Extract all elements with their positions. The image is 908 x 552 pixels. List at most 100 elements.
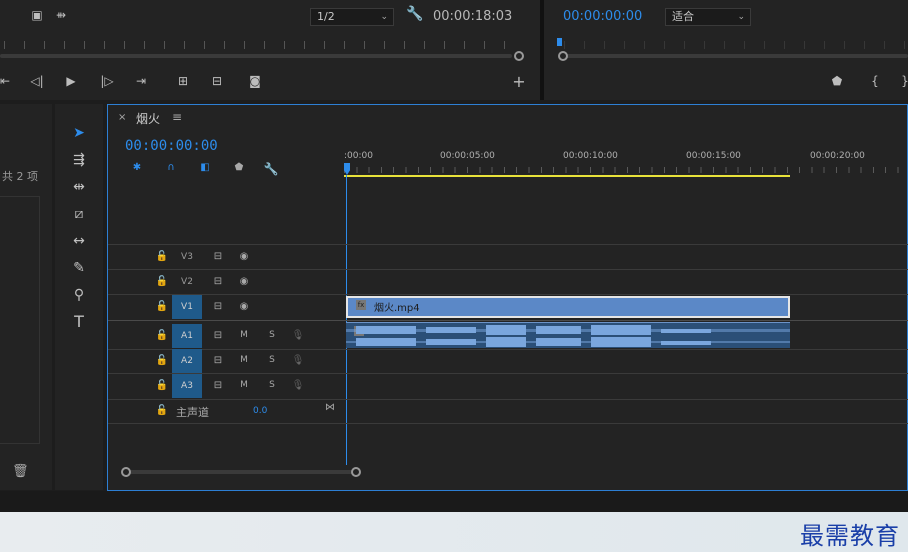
source-scrollbar[interactable] — [0, 54, 512, 58]
source-duration: 00:00:18:03 — [433, 9, 513, 24]
ripple-edit-tool-icon[interactable]: ⇹ — [67, 176, 91, 198]
overwrite-clip-icon[interactable]: ⊟ — [208, 74, 226, 88]
track-header-master[interactable]: 🔓 主声道 0.0 ⋈ — [108, 399, 344, 423]
eye-icon[interactable]: ◉ — [236, 301, 252, 312]
microphone-icon[interactable]: 🎙 — [290, 355, 306, 366]
source-monitor: ▣ ⇻ 1/2 ⌄ 🔧 00:00:18:03 ⇤ ◁| ▶ |▷ ⇥ ⊞ ⊟ … — [0, 0, 540, 100]
video-clip-name: 烟火.mp4 — [374, 303, 420, 314]
close-icon[interactable]: × — [118, 112, 126, 123]
solo-button[interactable]: S — [264, 330, 280, 340]
track-select-tool-icon[interactable]: ⇶ — [67, 149, 91, 171]
timeline-scroll-handle-right[interactable] — [351, 467, 361, 477]
source-ruler[interactable] — [4, 41, 516, 49]
sync-lock-icon[interactable]: ⊟ — [210, 380, 226, 391]
track-header-a1[interactable]: 🔓 A1 ⊟ M S 🎙 — [108, 324, 344, 348]
program-scroll-handle[interactable] — [558, 51, 568, 61]
master-volume-value[interactable]: 0.0 — [253, 406, 267, 416]
lock-icon[interactable]: 🔓 — [154, 276, 170, 287]
track-label-a2[interactable]: A2 — [172, 349, 202, 373]
audio-clip[interactable]: fx — [346, 322, 790, 348]
razor-tool-icon[interactable]: ⧄ — [67, 203, 91, 225]
trash-icon[interactable]: 🗑 — [12, 464, 29, 479]
snap-icon[interactable]: ∩ — [163, 162, 179, 173]
time-ruler[interactable]: :00:00 00:00:05:00 00:00:10:00 00:00:15:… — [344, 149, 908, 179]
track-header-v2[interactable]: 🔓 V2 ⊟ ◉ — [108, 270, 344, 294]
mark-out-icon[interactable]: } — [896, 74, 908, 88]
eye-icon[interactable]: ◉ — [236, 276, 252, 287]
track-header-a3[interactable]: 🔓 A3 ⊟ M S 🎙 — [108, 374, 344, 398]
solo-button[interactable]: S — [264, 355, 280, 365]
track-header-v1[interactable]: 🔓 V1 ⊟ ◉ — [108, 295, 344, 319]
selection-tool-icon[interactable]: ➤ — [67, 122, 91, 144]
marker-icon[interactable]: ⬟ — [828, 74, 846, 88]
program-scrollbar[interactable] — [562, 54, 908, 58]
lock-icon[interactable]: 🔓 — [154, 251, 170, 262]
mark-in-icon[interactable]: { — [866, 74, 884, 88]
sync-lock-icon[interactable]: ⊟ — [210, 301, 226, 312]
camera-icon[interactable]: ◙ — [246, 74, 264, 88]
insert-clip-icon[interactable]: ⊞ — [174, 74, 192, 88]
sync-lock-icon[interactable]: ⊟ — [210, 251, 226, 262]
mute-button[interactable]: M — [236, 330, 252, 340]
add-button-icon[interactable]: + — [510, 72, 528, 91]
solo-button[interactable]: S — [264, 380, 280, 390]
sync-lock-icon[interactable]: ⊟ — [210, 276, 226, 287]
track-header-a2[interactable]: 🔓 A2 ⊟ M S 🎙 — [108, 349, 344, 373]
mute-button[interactable]: M — [236, 380, 252, 390]
program-ruler[interactable] — [564, 41, 908, 49]
chevron-down-icon: ⌄ — [380, 12, 388, 22]
project-list[interactable] — [0, 196, 40, 444]
program-timecode[interactable]: 00:00:00:00 — [563, 9, 642, 24]
status-bar — [0, 491, 908, 512]
master-bowtie-icon[interactable]: ⋈ — [322, 402, 338, 413]
sequence-tab[interactable]: 烟火 — [136, 110, 160, 127]
lock-icon[interactable]: 🔓 — [154, 330, 170, 341]
step-back-icon[interactable]: ⇤ — [0, 74, 14, 88]
hand-tool-icon[interactable]: ⚲ — [67, 284, 91, 306]
lock-icon[interactable]: 🔓 — [154, 355, 170, 366]
type-tool-icon[interactable]: T — [67, 311, 91, 333]
chevron-down-icon: ⌄ — [737, 12, 745, 22]
insert-icon[interactable]: ⇻ — [52, 8, 70, 22]
ruler-label-0: :00:00 — [344, 151, 373, 161]
zoom-value: 1/2 — [317, 10, 335, 23]
footer-band: 最需教育 — [0, 512, 908, 552]
sync-lock-icon[interactable]: ⊟ — [210, 330, 226, 341]
microphone-icon[interactable]: 🎙 — [290, 330, 306, 341]
nest-icon[interactable]: ✱ — [129, 162, 145, 173]
zoom-dropdown[interactable]: 1/2 ⌄ — [310, 8, 394, 26]
timeline-scrollbar[interactable] — [126, 470, 356, 474]
track-label-v3[interactable]: V3 — [172, 245, 202, 269]
work-area-bar[interactable] — [344, 175, 790, 177]
track-label-v1[interactable]: V1 — [172, 295, 202, 319]
lock-icon[interactable]: 🔓 — [154, 301, 170, 312]
pen-tool-icon[interactable]: ✎ — [67, 257, 91, 279]
program-playhead[interactable] — [557, 38, 562, 46]
track-header-v3[interactable]: 🔓 V3 ⊟ ◉ — [108, 245, 344, 269]
microphone-icon[interactable]: 🎙 — [290, 380, 306, 391]
step-forward-icon[interactable]: ⇥ — [132, 74, 150, 88]
track-label-a1[interactable]: A1 — [172, 324, 202, 348]
play-icon[interactable]: ▶ — [62, 74, 80, 88]
timeline-scroll-handle-left[interactable] — [121, 467, 131, 477]
fit-dropdown[interactable]: 适合 ⌄ — [665, 8, 751, 26]
wrench-icon[interactable]: 🔧 — [406, 6, 423, 22]
track-label-a3[interactable]: A3 — [172, 374, 202, 398]
panel-menu-icon[interactable]: ≡ — [172, 110, 182, 124]
slip-tool-icon[interactable]: ↔ — [67, 230, 91, 252]
source-scroll-handle[interactable] — [514, 51, 524, 61]
film-icon[interactable]: ▣ — [28, 8, 46, 22]
sync-lock-icon[interactable]: ⊟ — [210, 355, 226, 366]
mute-button[interactable]: M — [236, 355, 252, 365]
frame-back-icon[interactable]: ◁| — [28, 74, 46, 88]
timeline-settings-icon[interactable]: 🔧 — [263, 162, 279, 176]
eye-icon[interactable]: ◉ — [236, 251, 252, 262]
lock-icon[interactable]: 🔓 — [154, 405, 170, 416]
linked-selection-icon[interactable]: ◧ — [197, 162, 213, 173]
frame-forward-icon[interactable]: |▷ — [98, 74, 116, 88]
video-clip[interactable]: fx 烟火.mp4 — [346, 296, 790, 318]
timeline-timecode[interactable]: 00:00:00:00 — [125, 138, 218, 154]
track-label-v2[interactable]: V2 — [172, 270, 202, 294]
lock-icon[interactable]: 🔓 — [154, 380, 170, 391]
add-marker-icon[interactable]: ⬟ — [231, 162, 247, 173]
